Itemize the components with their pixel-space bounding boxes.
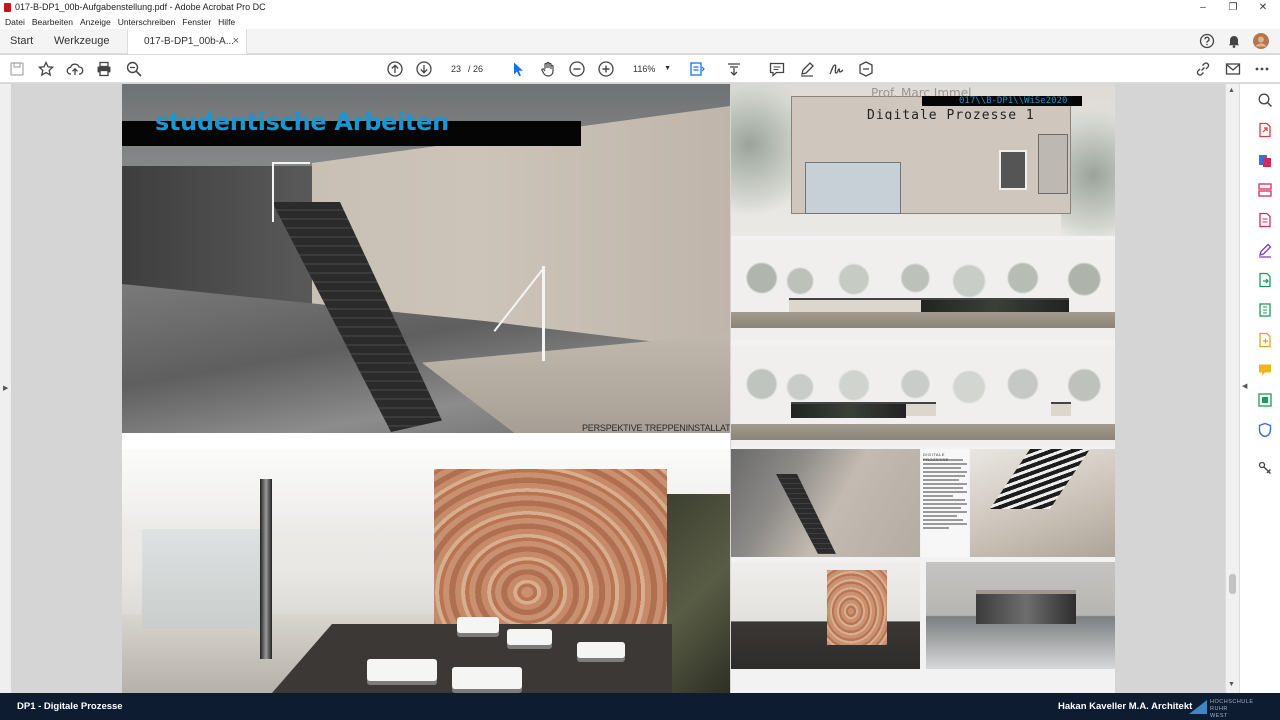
previous-page-icon[interactable] [386,60,404,78]
comment-icon[interactable] [1257,362,1273,378]
menu-datei[interactable]: Datei [0,15,28,29]
menu-bearbeiten[interactable]: Bearbeiten [28,15,76,29]
zoom-select[interactable]: 116% ▼ [624,61,676,77]
zoom-in-icon[interactable] [597,60,615,78]
document-tab-label: 017-B-DP1_00b-A... [144,36,235,47]
more-tools-icon[interactable] [1257,460,1273,476]
hand-tool-icon[interactable] [539,60,557,78]
interior-thumbnail-image [731,562,920,669]
menu-unterschreiben[interactable]: Unterschreiben [114,15,179,29]
close-tab-button[interactable]: × [233,29,239,54]
highlight-pen-icon[interactable] [798,60,816,78]
page-heading: studentische Arbeiten [155,108,449,136]
scroll-up-icon[interactable]: ▲ [1228,87,1235,94]
export-pdf-icon[interactable] [1257,122,1273,138]
interior-rendering-image [122,449,730,693]
compress-icon[interactable] [1257,302,1273,318]
acrobat-pdf-icon [4,3,11,12]
select-cursor-icon[interactable] [509,60,527,78]
window-title: 017-B-DP1_00b-Aufgabenstellung.pdf - Ado… [15,2,266,12]
collapse-pane-icon[interactable]: ◀ [1242,382,1247,390]
menu-fenster[interactable]: Fenster [179,15,215,29]
save-icon[interactable] [8,60,26,78]
tab-start[interactable]: Start [10,29,33,54]
menu-hilfe[interactable]: Hilfe [215,15,239,29]
tools-pane: ◀ [1239,84,1280,693]
notification-bell-icon[interactable] [1226,33,1242,49]
maximize-button[interactable]: ❐ [1218,0,1248,15]
share-link-icon[interactable] [1194,60,1212,78]
expand-pane-icon[interactable]: ▶ [3,384,8,392]
vertical-scrollbar[interactable]: ▲ ▼ [1225,84,1239,693]
menu-bar: Datei Bearbeiten Anzeige Unterschreiben Fens… [0,15,1280,29]
course-title: Digitale Prozesse 1 [867,108,1035,120]
protect-icon[interactable] [1257,422,1273,438]
presenter-label: Hakan Kaveller M.A. Architekt [1058,701,1193,712]
tab-werkzeuge[interactable]: Werkzeuge [54,29,109,54]
left-page: studentische Arbeiten PERSPEKTIVE TREPPE… [122,84,730,693]
sign-icon[interactable] [827,60,845,78]
help-icon[interactable] [1199,33,1215,49]
close-window-button[interactable]: ✕ [1248,0,1278,15]
image-caption: PERSPEKTIVE TREPPENINSTALLATIO [582,423,730,433]
scrollbar-thumb[interactable] [1229,574,1236,594]
tab-document[interactable]: 017-B-DP1_00b-A... × [127,29,247,54]
zoom-out-icon[interactable] [568,60,586,78]
stair-thumbnail-image [731,449,920,557]
left-navigation-pane[interactable]: ▶ [0,84,12,693]
description-heading: DIGITALE PROZESSE [923,452,949,462]
more-icon[interactable] [1253,60,1271,78]
document-viewport[interactable]: studentische Arbeiten PERSPEKTIVE TREPPE… [12,84,1225,693]
print-icon[interactable] [95,60,113,78]
fit-page-icon[interactable] [688,60,706,78]
scroll-mode-icon[interactable] [725,60,743,78]
minimize-button[interactable]: – [1188,0,1218,15]
page-total-label: / 26 [468,64,484,74]
presentation-footer: DP1 - Digitale Prozesse Hakan Kaveller M… [0,693,1280,720]
zoom-value: 116% [633,64,656,74]
course-label: DP1 - Digitale Prozesse [17,701,123,712]
elevation-image-2 [731,346,1115,446]
stamp-icon[interactable] [857,60,875,78]
search-zoom-icon[interactable] [1257,92,1273,108]
comment-icon[interactable] [768,60,786,78]
scan-icon[interactable] [1257,392,1273,408]
stair-detail-thumbnail-image [970,449,1115,557]
upload-cloud-icon[interactable] [66,60,84,78]
scroll-down-icon[interactable]: ▼ [1228,681,1235,688]
site-plan-image [731,84,1115,236]
tab-bar: Start Werkzeuge 017-B-DP1_00b-A... × [0,29,1280,54]
elevation-image-1 [731,240,1115,340]
chevron-down-icon: ▼ [664,65,671,72]
search-zoom-icon[interactable] [125,60,143,78]
combine-icon[interactable] [1257,332,1273,348]
title-bar: 017-B-DP1_00b-Aufgabenstellung.pdf - Ado… [0,0,1280,15]
export-icon[interactable] [1257,272,1273,288]
user-avatar[interactable] [1253,33,1269,49]
next-page-icon[interactable] [415,60,433,78]
menu-anzeige[interactable]: Anzeige [76,15,114,29]
right-page: Prof. Marc Immel 017\\B-DP1\\WiSe2020 Di… [731,84,1115,693]
bookmark-star-icon[interactable] [37,60,55,78]
university-logo-text: HOCHSCHULE RUHR WEST [1210,699,1254,719]
pavilion-thumbnail-image [926,562,1115,669]
main-toolbar: 23 / 26 116% ▼ [0,55,1280,83]
fill-sign-icon[interactable] [1257,242,1273,258]
edit-pdf-icon[interactable] [1257,212,1273,228]
page-number-input[interactable]: 23 [443,61,469,77]
create-pdf-icon[interactable] [1257,152,1273,168]
course-code: 017\\B-DP1\\WiSe2020 [959,96,1068,106]
email-icon[interactable] [1224,60,1242,78]
description-text-block: DIGITALE PROZESSE [921,449,969,557]
organize-pages-icon[interactable] [1257,182,1273,198]
